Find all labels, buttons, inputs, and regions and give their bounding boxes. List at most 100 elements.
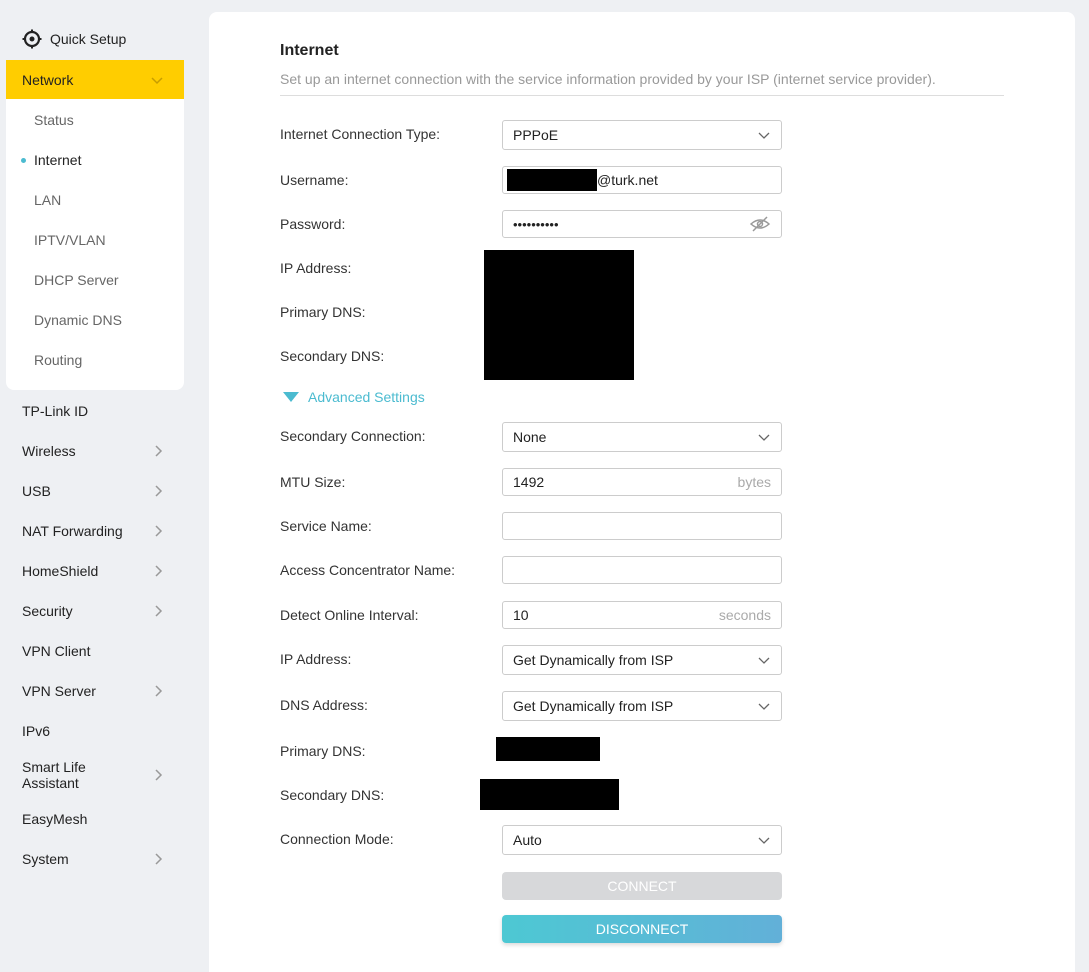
chevron-right-icon — [155, 485, 163, 497]
sidebar-subitem-iptv-vlan[interactable]: IPTV/VLAN — [6, 220, 184, 260]
sidebar-item-vpn-client[interactable]: VPN Client — [22, 642, 166, 660]
subitem-label: IPTV/VLAN — [34, 232, 106, 248]
chevron-down-icon — [758, 132, 770, 139]
sidebar-item-ipv6[interactable]: IPv6 — [22, 722, 166, 740]
connection-type-select[interactable]: PPPoE — [502, 120, 782, 150]
sidebar-item-network[interactable]: Network — [6, 60, 184, 99]
active-dot — [21, 158, 26, 163]
sidebar-subitem-internet[interactable]: Internet — [6, 140, 184, 180]
adv-primary-dns-label: Primary DNS: — [280, 743, 366, 759]
eye-hidden-icon[interactable] — [749, 216, 771, 232]
quick-setup-link[interactable]: Quick Setup — [22, 26, 126, 52]
subitem-label: Status — [34, 112, 74, 128]
internet-panel: Internet Set up an internet connection w… — [209, 12, 1075, 972]
chevron-down-icon — [758, 657, 770, 664]
detect-interval-label: Detect Online Interval: — [280, 607, 419, 623]
sidebar-subitem-status[interactable]: Status — [6, 100, 184, 140]
sidebar-item-homeshield[interactable]: HomeShield — [22, 562, 166, 580]
username-label: Username: — [280, 172, 349, 188]
service-name-input[interactable] — [502, 512, 782, 540]
chevron-right-icon — [155, 853, 163, 865]
network-menu: Network Status Internet LAN IPTV/VLAN DH… — [6, 60, 184, 390]
page-subtitle: Set up an internet connection with the s… — [280, 71, 936, 87]
advanced-settings-label: Advanced Settings — [308, 389, 425, 405]
ac-name-input[interactable] — [502, 556, 782, 584]
nav-label: Security — [22, 603, 73, 619]
nav-label: IPv6 — [22, 723, 51, 739]
chevron-right-icon — [155, 525, 163, 537]
chevron-right-icon — [155, 565, 163, 577]
dns-address-value: Get Dynamically from ISP — [513, 698, 674, 714]
nav-label: EasyMesh — [22, 811, 88, 827]
sidebar-item-tp-link-id[interactable]: TP-Link ID — [22, 402, 166, 420]
service-name-label: Service Name: — [280, 518, 372, 534]
ac-name-label: Access Concentrator Name: — [280, 562, 456, 578]
quick-setup-label: Quick Setup — [50, 31, 127, 47]
subitem-label: Routing — [34, 352, 83, 368]
nav-label: Wireless — [22, 443, 76, 459]
sidebar-subitem-lan[interactable]: LAN — [6, 180, 184, 220]
secondary-connection-value: None — [513, 429, 547, 445]
chevron-right-icon — [155, 605, 163, 617]
ip-address-label: IP Address: — [280, 260, 352, 276]
sidebar-item-vpn-server[interactable]: VPN Server — [22, 682, 166, 700]
nav-label: VPN Server — [22, 683, 96, 699]
connection-mode-select[interactable]: Auto — [502, 825, 782, 855]
nav-label: USB — [22, 483, 51, 499]
chevron-down-icon — [758, 837, 770, 844]
secondary-connection-select[interactable]: None — [502, 422, 782, 452]
chevron-right-icon — [155, 769, 163, 781]
subitem-label: DHCP Server — [34, 272, 119, 288]
sidebar-item-easymesh[interactable]: EasyMesh — [22, 810, 166, 828]
redacted-block — [484, 250, 634, 380]
sidebar-subitem-dynamic-dns[interactable]: Dynamic DNS — [6, 300, 184, 340]
adv-ip-address-label: IP Address: — [280, 651, 352, 667]
sidebar-subitem-routing[interactable]: Routing — [6, 340, 184, 380]
gear-icon — [22, 29, 42, 49]
sidebar: Quick Setup Network Status Internet LAN … — [0, 0, 184, 972]
nav-label: NAT Forwarding — [22, 523, 123, 539]
connection-mode-value: Auto — [513, 832, 542, 848]
subitem-label: Internet — [34, 152, 82, 168]
connection-mode-label: Connection Mode: — [280, 831, 394, 847]
nav-label: VPN Client — [22, 643, 91, 659]
sidebar-item-security[interactable]: Security — [22, 602, 166, 620]
sidebar-item-usb[interactable]: USB — [22, 482, 166, 500]
adv-secondary-dns-label: Secondary DNS: — [280, 787, 385, 803]
redacted-block — [507, 169, 597, 191]
chevron-right-icon — [155, 445, 163, 457]
sidebar-item-wireless[interactable]: Wireless — [22, 442, 166, 460]
connection-type-label: Internet Connection Type: — [280, 126, 441, 142]
mtu-value: 1492 — [513, 474, 545, 490]
username-field[interactable]: @turk.net — [502, 166, 782, 194]
sidebar-subitem-dhcp-server[interactable]: DHCP Server — [6, 260, 184, 300]
ip-address-value: Get Dynamically from ISP — [513, 652, 674, 668]
divider — [280, 95, 1004, 96]
redacted-block — [496, 737, 600, 761]
ip-address-select[interactable]: Get Dynamically from ISP — [502, 645, 782, 675]
network-label: Network — [22, 71, 74, 88]
dns-address-select[interactable]: Get Dynamically from ISP — [502, 691, 782, 721]
chevron-down-icon — [758, 703, 770, 710]
detect-interval-input[interactable]: 10 seconds — [502, 601, 782, 629]
nav-label: Smart Life Assistant — [22, 759, 86, 791]
chevron-down-icon — [758, 434, 770, 441]
page-title: Internet — [280, 42, 339, 59]
password-field[interactable]: •••••••••• — [502, 210, 782, 238]
username-suffix: @turk.net — [597, 172, 658, 188]
disconnect-button[interactable]: DISCONNECT — [502, 915, 782, 943]
nav-label: TP-Link ID — [22, 403, 89, 419]
advanced-settings-toggle[interactable]: Advanced Settings — [283, 389, 425, 405]
mtu-input[interactable]: 1492 bytes — [502, 468, 782, 496]
password-value: •••••••••• — [513, 216, 559, 232]
sidebar-item-nat-forwarding[interactable]: NAT Forwarding — [22, 522, 166, 540]
nav-label: HomeShield — [22, 563, 99, 579]
password-label: Password: — [280, 216, 346, 232]
mtu-unit: bytes — [737, 474, 771, 490]
connect-button[interactable]: CONNECT — [502, 872, 782, 900]
sidebar-item-system[interactable]: System — [22, 850, 166, 868]
redacted-block — [480, 779, 619, 810]
sidebar-item-smart-life-assistant[interactable]: Smart Life Assistant — [22, 759, 166, 791]
mtu-label: MTU Size: — [280, 474, 346, 490]
primary-dns-label: Primary DNS: — [280, 304, 366, 320]
